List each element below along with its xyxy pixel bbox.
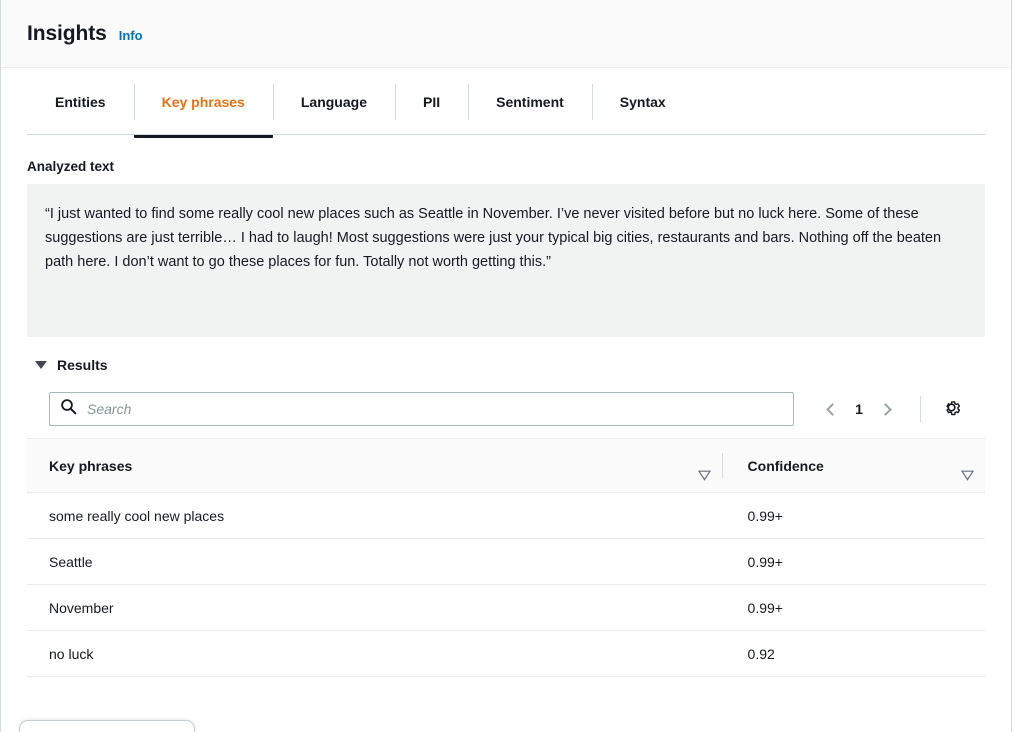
highlighted-key-phrase: Most suggestions [337,230,450,247]
tab-label: Key phrases [162,94,245,110]
cell-confidence: 0.99+ [722,585,985,631]
sort-icon-confidence[interactable] [955,462,967,470]
info-link[interactable]: Info [119,28,143,43]
column-header-confidence[interactable]: Confidence [722,439,985,493]
table-toolbar: 1 [27,380,985,438]
tabs-container: Entities Key phrases Language PII Sentiment S… [1,68,1011,136]
tab-pii[interactable]: PII [395,68,468,136]
search-field[interactable] [49,392,794,426]
pagination: 1 [816,394,965,424]
sort-icon-key-phrases[interactable] [692,462,704,470]
panel-header: Insights Info [1,0,1011,68]
column-header-key-phrases[interactable]: Key phrases [27,439,722,493]
bottom-status-strip [19,720,195,732]
results-table-card: 1 [27,379,985,677]
plain-text-segment: for [310,254,335,270]
table-row[interactable]: no luck0.92 [27,631,985,677]
previous-page-button[interactable] [816,394,846,424]
table-row[interactable]: some really cool new places0.99+ [27,493,985,539]
plain-text-segment: . Nothing off [791,230,873,246]
results-section: Results [1,357,1011,373]
tabs-divider [27,134,985,135]
table-row[interactable]: November0.99+ [27,585,985,631]
analyzed-text-box: “I just wanted to find some really cool … [27,184,985,337]
tab-sentiment[interactable]: Sentiment [468,68,592,136]
analyzed-text-content: “I just wanted to find some really cool … [45,202,965,274]
highlighted-key-phrase: no luck [738,206,784,223]
plain-text-segment: in [463,206,482,222]
toolbar-divider [920,396,921,422]
highlighted-key-phrase: Seattle [418,206,463,223]
tab-language[interactable]: Language [273,68,395,136]
highlighted-key-phrase: some really cool new places [179,206,360,223]
table-row[interactable]: Seattle0.99+ [27,539,985,585]
preferences-button[interactable] [937,395,965,423]
table-body: some really cool new places0.99+Seattle0… [27,493,985,677]
highlighted-key-phrase: your typical big cities, restaurants and… [516,230,791,247]
chevron-right-icon [879,403,892,416]
cell-confidence: 0.99+ [722,539,985,585]
cell-confidence: 0.92 [722,631,985,677]
tab-list: Entities Key phrases Language PII Sentiment S… [27,68,985,136]
page-number-1[interactable]: 1 [848,401,870,417]
plain-text-segment: here. Some of [784,206,883,222]
chevron-left-icon [826,403,839,416]
cell-key-phrase: November [27,585,722,631]
key-phrases-table: Key phrases Confidence [27,438,985,677]
tab-label: Entities [55,94,106,110]
cell-key-phrase: Seattle [27,539,722,585]
tab-label: Syntax [620,94,666,110]
plain-text-segment: are just terrible… I had to laugh! [122,230,336,246]
cell-key-phrase: no luck [27,631,722,677]
cell-confidence: 0.99+ [722,493,985,539]
column-label-key-phrases: Key phrases [49,458,132,474]
analyzed-text-section: Analyzed text “I just wanted to find som… [1,159,1011,337]
insights-panel: Insights Info Entities Key phrases Languag… [0,0,1012,732]
plain-text-segment: here. I don’t want to go [73,254,229,270]
tab-entities[interactable]: Entities [27,68,134,136]
results-title: Results [57,357,108,373]
gear-icon [941,397,962,421]
next-page-button[interactable] [872,394,902,424]
analyzed-text-label: Analyzed text [27,159,985,174]
plain-text-segment: such as [360,206,418,222]
highlighted-key-phrase: fun [335,254,355,271]
highlighted-key-phrase: November [483,206,549,223]
tab-key-phrases[interactable]: Key phrases [134,68,273,136]
table-header: Key phrases Confidence [27,439,985,493]
results-toggle[interactable]: Results [27,357,985,373]
table-header-row: Key phrases Confidence [27,439,985,493]
chevron-down-icon [35,361,47,369]
plain-text-segment: . I’ve never visited before but [549,206,738,222]
plain-text-segment: were just [450,230,516,246]
tab-label: PII [423,94,440,110]
tab-label: Language [301,94,367,110]
tab-label: Sentiment [496,94,564,110]
cell-key-phrase: some really cool new places [27,493,722,539]
search-input[interactable] [85,400,783,418]
tab-syntax[interactable]: Syntax [592,68,694,136]
highlighted-key-phrase: these places [229,254,310,271]
search-icon [60,398,77,420]
column-label-confidence: Confidence [748,458,824,474]
plain-text-segment: “I just wanted to find [45,206,179,222]
plain-text-segment: . Totally not worth getting this.” [355,254,551,270]
page-title: Insights [27,22,107,46]
